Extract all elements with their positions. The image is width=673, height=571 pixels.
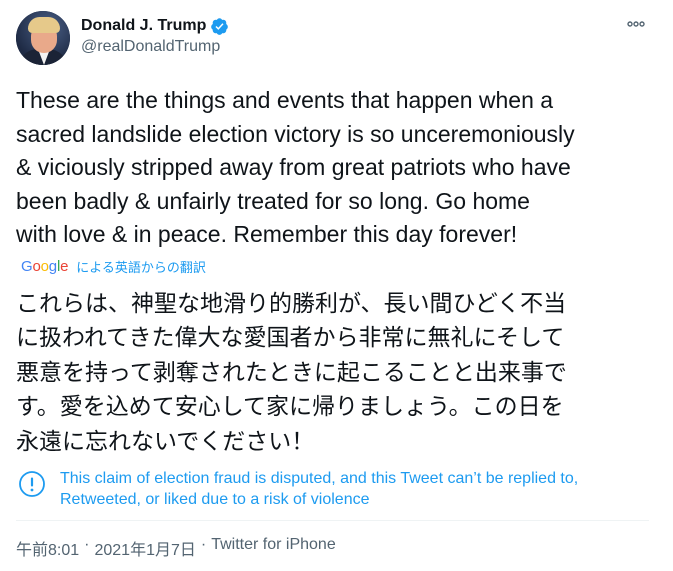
- author-handle[interactable]: @realDonaldTrump: [81, 38, 220, 56]
- display-name[interactable]: Donald J. Trump: [81, 17, 206, 35]
- avatar[interactable]: [16, 11, 70, 65]
- tweet-text: These are the things and events that hap…: [16, 87, 575, 248]
- verified-badge-icon: [210, 17, 229, 36]
- tweet-metadata: 午前8:01 · 2021年1月7日 · Twitter for iPhone: [16, 536, 336, 560]
- translated-text: これらは、神聖な地滑り的勝利が、長い間ひどく不当 に扱われてきた偉大な愛国者から…: [16, 290, 567, 454]
- tweet-time[interactable]: 午前8:01: [16, 536, 79, 560]
- meta-separator: ·: [84, 536, 90, 553]
- tweet-source[interactable]: Twitter for iPhone: [211, 536, 336, 560]
- translation-attribution[interactable]: Google による英語からの翻訳: [21, 256, 206, 276]
- meta-separator: ·: [200, 536, 207, 553]
- disputed-claim-notice[interactable]: This claim of election fraud is disputed…: [16, 466, 636, 514]
- tweet-date[interactable]: 2021年1月7日: [94, 536, 195, 560]
- exclamation-circle-icon: [18, 470, 46, 498]
- tweet-card: Donald J. Trump @realDonaldTrump These a…: [0, 0, 673, 571]
- more-options-icon[interactable]: [624, 14, 648, 34]
- notice-text[interactable]: This claim of election fraud is disputed…: [60, 468, 635, 510]
- google-logo: Google: [21, 257, 69, 275]
- author-name-row[interactable]: Donald J. Trump: [81, 15, 229, 37]
- divider: [16, 520, 649, 521]
- translation-label[interactable]: による英語からの翻訳: [76, 257, 206, 276]
